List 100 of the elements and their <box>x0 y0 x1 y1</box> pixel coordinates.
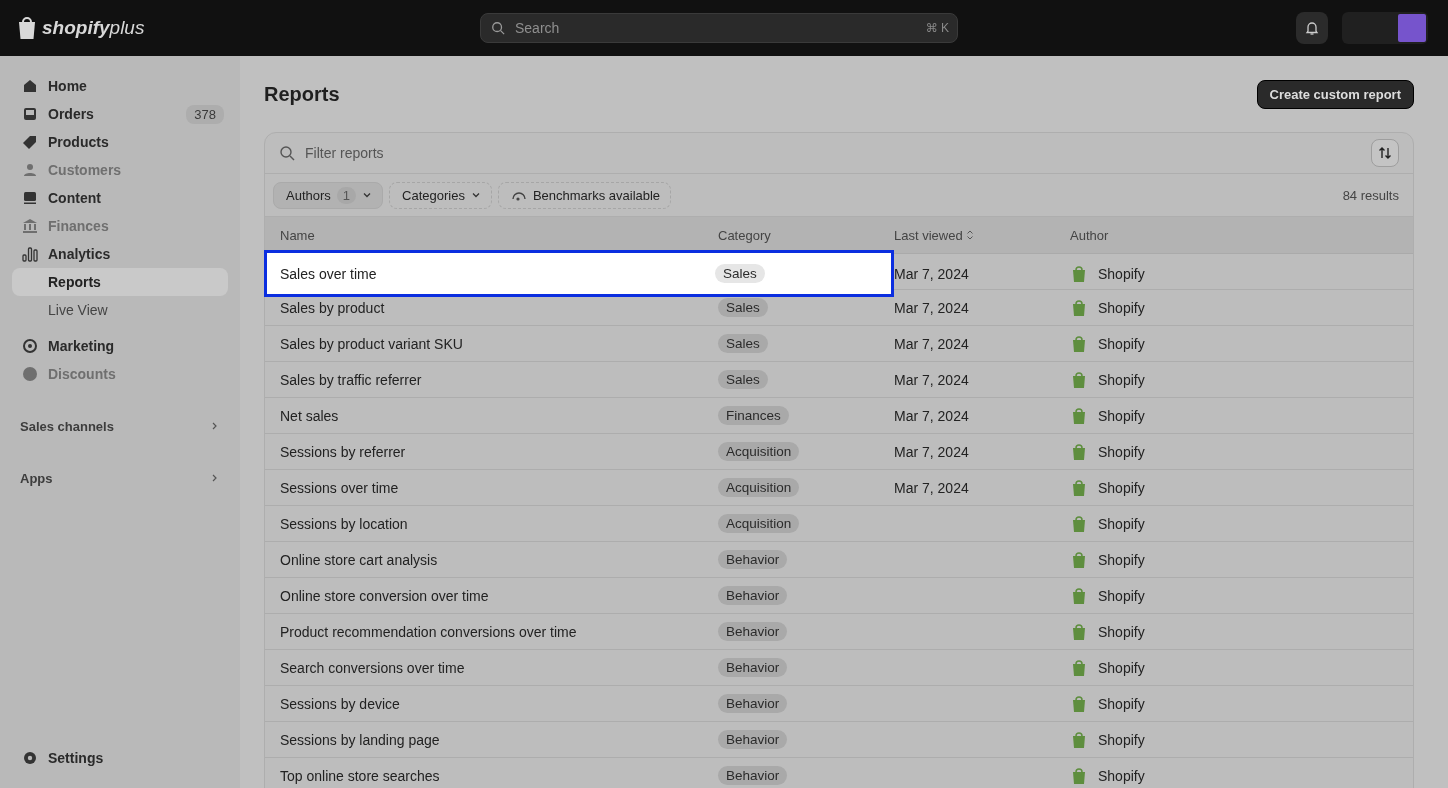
author-name: Shopify <box>1098 659 1145 676</box>
last-viewed-date: Mar 7, 2024 <box>894 265 970 282</box>
category-tag: Behavior <box>718 622 788 641</box>
sidebar-item[interactable]: Home <box>12 72 228 100</box>
report-name[interactable]: Online store conversion over time <box>280 587 718 604</box>
avatar-icon <box>1398 14 1426 42</box>
report-name[interactable]: Sales by product <box>280 299 718 316</box>
report-name[interactable]: Sales by traffic referrer <box>280 371 718 388</box>
report-name[interactable]: Sales over time <box>280 265 715 282</box>
column-header[interactable]: Last viewed <box>894 227 1070 243</box>
shopping-bag-icon <box>1070 514 1088 533</box>
logo-suffix: plus <box>109 17 145 39</box>
target-icon <box>22 338 38 354</box>
sidebar-subitem[interactable]: Live View <box>12 296 228 324</box>
shopping-bag-icon <box>1070 586 1088 605</box>
settings-item[interactable]: Settings <box>12 744 228 772</box>
shopping-bag-icon <box>1070 694 1088 713</box>
create-report-button[interactable]: Create custom report <box>1256 79 1414 109</box>
search-input[interactable]: Search <box>513 19 918 37</box>
author-name: Shopify <box>1098 515 1145 532</box>
results-count: 84 results <box>1342 187 1399 203</box>
shopping-bag-icon <box>1070 766 1088 785</box>
category-tag: Sales <box>718 334 768 353</box>
last-viewed-date: Mar 7, 2024 <box>894 371 970 388</box>
category-tag: Behavior <box>718 550 788 569</box>
notifications-button[interactable] <box>1296 12 1328 44</box>
report-name[interactable]: Sessions by location <box>280 515 718 532</box>
home-icon <box>22 78 38 94</box>
chip-label: Authors <box>286 187 331 203</box>
author-name: Shopify <box>1098 767 1145 784</box>
author-name: Shopify <box>1098 335 1145 352</box>
category-tag: Finances <box>718 406 789 425</box>
filter-chip[interactable]: Authors 1 <box>273 181 384 209</box>
report-name[interactable]: Sessions by landing page <box>280 731 718 748</box>
report-name[interactable]: Search conversions over time <box>280 659 718 676</box>
sort-arrows-icon <box>1377 145 1393 161</box>
inbox-icon <box>22 106 38 122</box>
report-name[interactable]: Top online store searches <box>280 767 718 784</box>
shopping-bag-icon <box>1070 334 1088 353</box>
last-viewed-date: Mar 7, 2024 <box>894 407 970 424</box>
shopping-bag-icon <box>1070 622 1088 641</box>
search-icon <box>491 21 505 35</box>
author-name: Shopify <box>1098 731 1145 748</box>
author-name: Shopify <box>1098 265 1145 282</box>
chevron-down-icon <box>470 190 481 200</box>
person-icon <box>22 162 38 178</box>
sidebar-item[interactable]: Analytics <box>12 240 228 268</box>
sidebar-subitem[interactable]: Reports <box>12 268 228 296</box>
author-name: Shopify <box>1098 407 1145 424</box>
report-name[interactable]: Sales by product variant SKU <box>280 335 718 352</box>
category-tag: Acquisition <box>718 514 800 533</box>
bell-icon <box>1304 20 1320 36</box>
sidebar-item[interactable]: Content <box>12 184 228 212</box>
category-tag: Acquisition <box>718 478 800 497</box>
last-viewed-date: Mar 7, 2024 <box>894 335 970 352</box>
bar-chart-icon <box>22 246 38 262</box>
logo-bag-icon <box>16 16 38 40</box>
filter-input[interactable]: Filter reports <box>303 144 1363 162</box>
shopping-bag-icon <box>1070 658 1088 677</box>
last-viewed-date: Mar 7, 2024 <box>894 299 970 316</box>
report-name[interactable]: Net sales <box>280 407 718 424</box>
filter-chip[interactable]: Benchmarks available <box>497 181 672 209</box>
chip-count: 1 <box>336 186 357 204</box>
shopping-bag-icon <box>1070 264 1088 283</box>
shopping-bag-icon <box>1070 550 1088 569</box>
shopping-bag-icon <box>1070 406 1088 425</box>
chevron-down-icon <box>362 190 373 200</box>
filter-field[interactable]: Filter reports <box>265 133 1413 174</box>
author-name: Shopify <box>1098 479 1145 496</box>
report-name[interactable]: Online store cart analysis <box>280 551 718 568</box>
sidebar-item[interactable]: Marketing <box>12 332 228 360</box>
page-title: Reports <box>264 82 340 106</box>
shopping-bag-icon <box>1070 442 1088 461</box>
search-field[interactable]: Search ⌘ K <box>480 13 958 43</box>
sidebar-item[interactable]: Products <box>12 128 228 156</box>
category-tag: Sales <box>718 370 768 389</box>
category-tag: Behavior <box>718 730 788 749</box>
column-header: Author <box>1070 227 1110 243</box>
author-name: Shopify <box>1098 623 1145 640</box>
tag-icon <box>22 134 38 150</box>
author-name: Shopify <box>1098 443 1145 460</box>
report-name[interactable]: Sessions by referrer <box>280 443 718 460</box>
shortcut-hint: ⌘ K <box>925 21 949 35</box>
report-name[interactable]: Product recommendation conversions over time <box>280 623 718 640</box>
author-name: Shopify <box>1098 551 1145 568</box>
report-name[interactable]: Sessions over time <box>280 479 718 496</box>
last-viewed-date: Mar 7, 2024 <box>894 443 970 460</box>
report-name[interactable]: Sessions by device <box>280 695 718 712</box>
sidebar-section[interactable]: Sales channels <box>12 412 228 440</box>
sidebar-section[interactable]: Apps <box>12 464 228 492</box>
store-switcher[interactable] <box>1342 12 1428 44</box>
category-tag: Behavior <box>718 658 788 677</box>
sidebar-item[interactable]: Orders 378 <box>12 100 228 128</box>
filter-chip[interactable]: Categories <box>389 181 492 209</box>
shopping-bag-icon <box>1070 370 1088 389</box>
category-tag: Sales <box>715 264 765 283</box>
column-header: Category <box>718 227 772 243</box>
shopping-bag-icon <box>1070 298 1088 317</box>
shopping-bag-icon <box>1070 730 1088 749</box>
sort-button[interactable] <box>1371 139 1399 167</box>
